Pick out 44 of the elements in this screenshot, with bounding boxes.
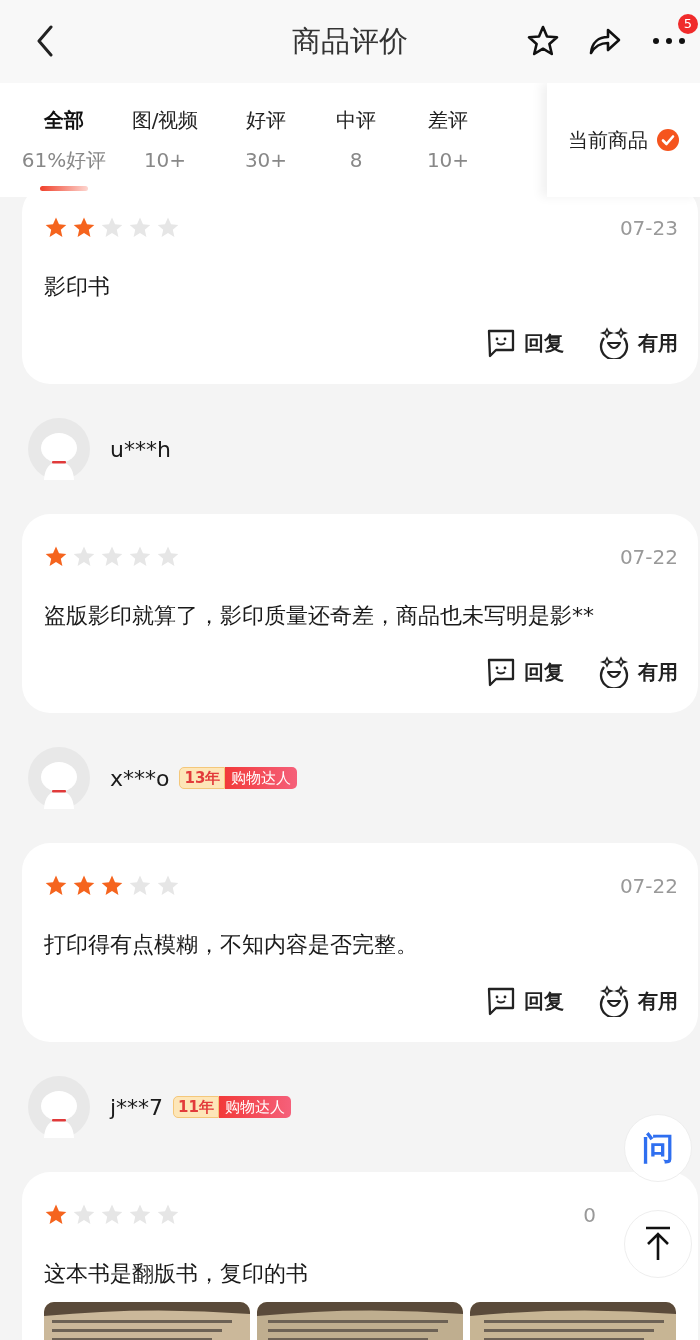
- avatar: [28, 747, 90, 809]
- username: u***h: [110, 435, 171, 464]
- member-badge: 购物达人: [225, 767, 298, 789]
- comment-icon: [486, 657, 516, 687]
- filter-tab[interactable]: 中评 8: [310, 83, 402, 197]
- avatar: [28, 1076, 90, 1138]
- comment-icon: [486, 328, 516, 358]
- share-icon: [588, 26, 622, 56]
- happy-face-icon: [598, 327, 630, 359]
- reply-button[interactable]: 回复: [486, 657, 564, 687]
- username: j***7: [110, 1093, 164, 1122]
- more-icon: [652, 37, 686, 45]
- filter-tab[interactable]: 图/视频 10+: [108, 83, 222, 197]
- current-product-toggle[interactable]: 当前商品: [547, 83, 700, 197]
- useful-button[interactable]: 有用: [598, 985, 678, 1017]
- review-date: 07-22: [619, 873, 678, 900]
- star-icon: [526, 24, 560, 58]
- review-date: 07-23: [619, 215, 678, 242]
- comment-icon: [486, 986, 516, 1016]
- review-text: 这本书是翻版书，复印的书: [44, 1260, 309, 1288]
- years-badge: 11年: [173, 1096, 219, 1118]
- useful-button[interactable]: 有用: [598, 327, 678, 359]
- useful-button[interactable]: 有用: [598, 656, 678, 688]
- happy-face-icon: [598, 656, 630, 688]
- filter-tab[interactable]: 全部 61%好评: [20, 83, 108, 197]
- happy-face-icon: [598, 985, 630, 1017]
- review-date: 0: [583, 1202, 596, 1229]
- review-text: 打印得有点模糊，不知内容是否完整。: [44, 931, 419, 959]
- username: x***o: [110, 764, 170, 793]
- member-badge: 购物达人: [219, 1096, 291, 1118]
- page-title: 商品评价: [292, 27, 408, 56]
- ask-button[interactable]: 问: [624, 1114, 692, 1182]
- back-icon: [36, 25, 54, 57]
- review-date: 07-22: [619, 544, 678, 571]
- notification-badge: 5: [678, 14, 698, 34]
- filter-tab[interactable]: 差评 10+: [402, 83, 494, 197]
- reply-button[interactable]: 回复: [486, 986, 564, 1016]
- reply-button[interactable]: 回复: [486, 328, 564, 358]
- review-text: 影印书: [44, 273, 111, 301]
- avatar: [28, 418, 90, 480]
- arrow-up-icon: [643, 1226, 673, 1262]
- years-badge: 13年: [179, 767, 226, 789]
- filter-tab[interactable]: 好评 30+: [222, 83, 310, 197]
- review-text: 盗版影印就算了，影印质量还奇差，商品也未写明是影**: [44, 602, 595, 630]
